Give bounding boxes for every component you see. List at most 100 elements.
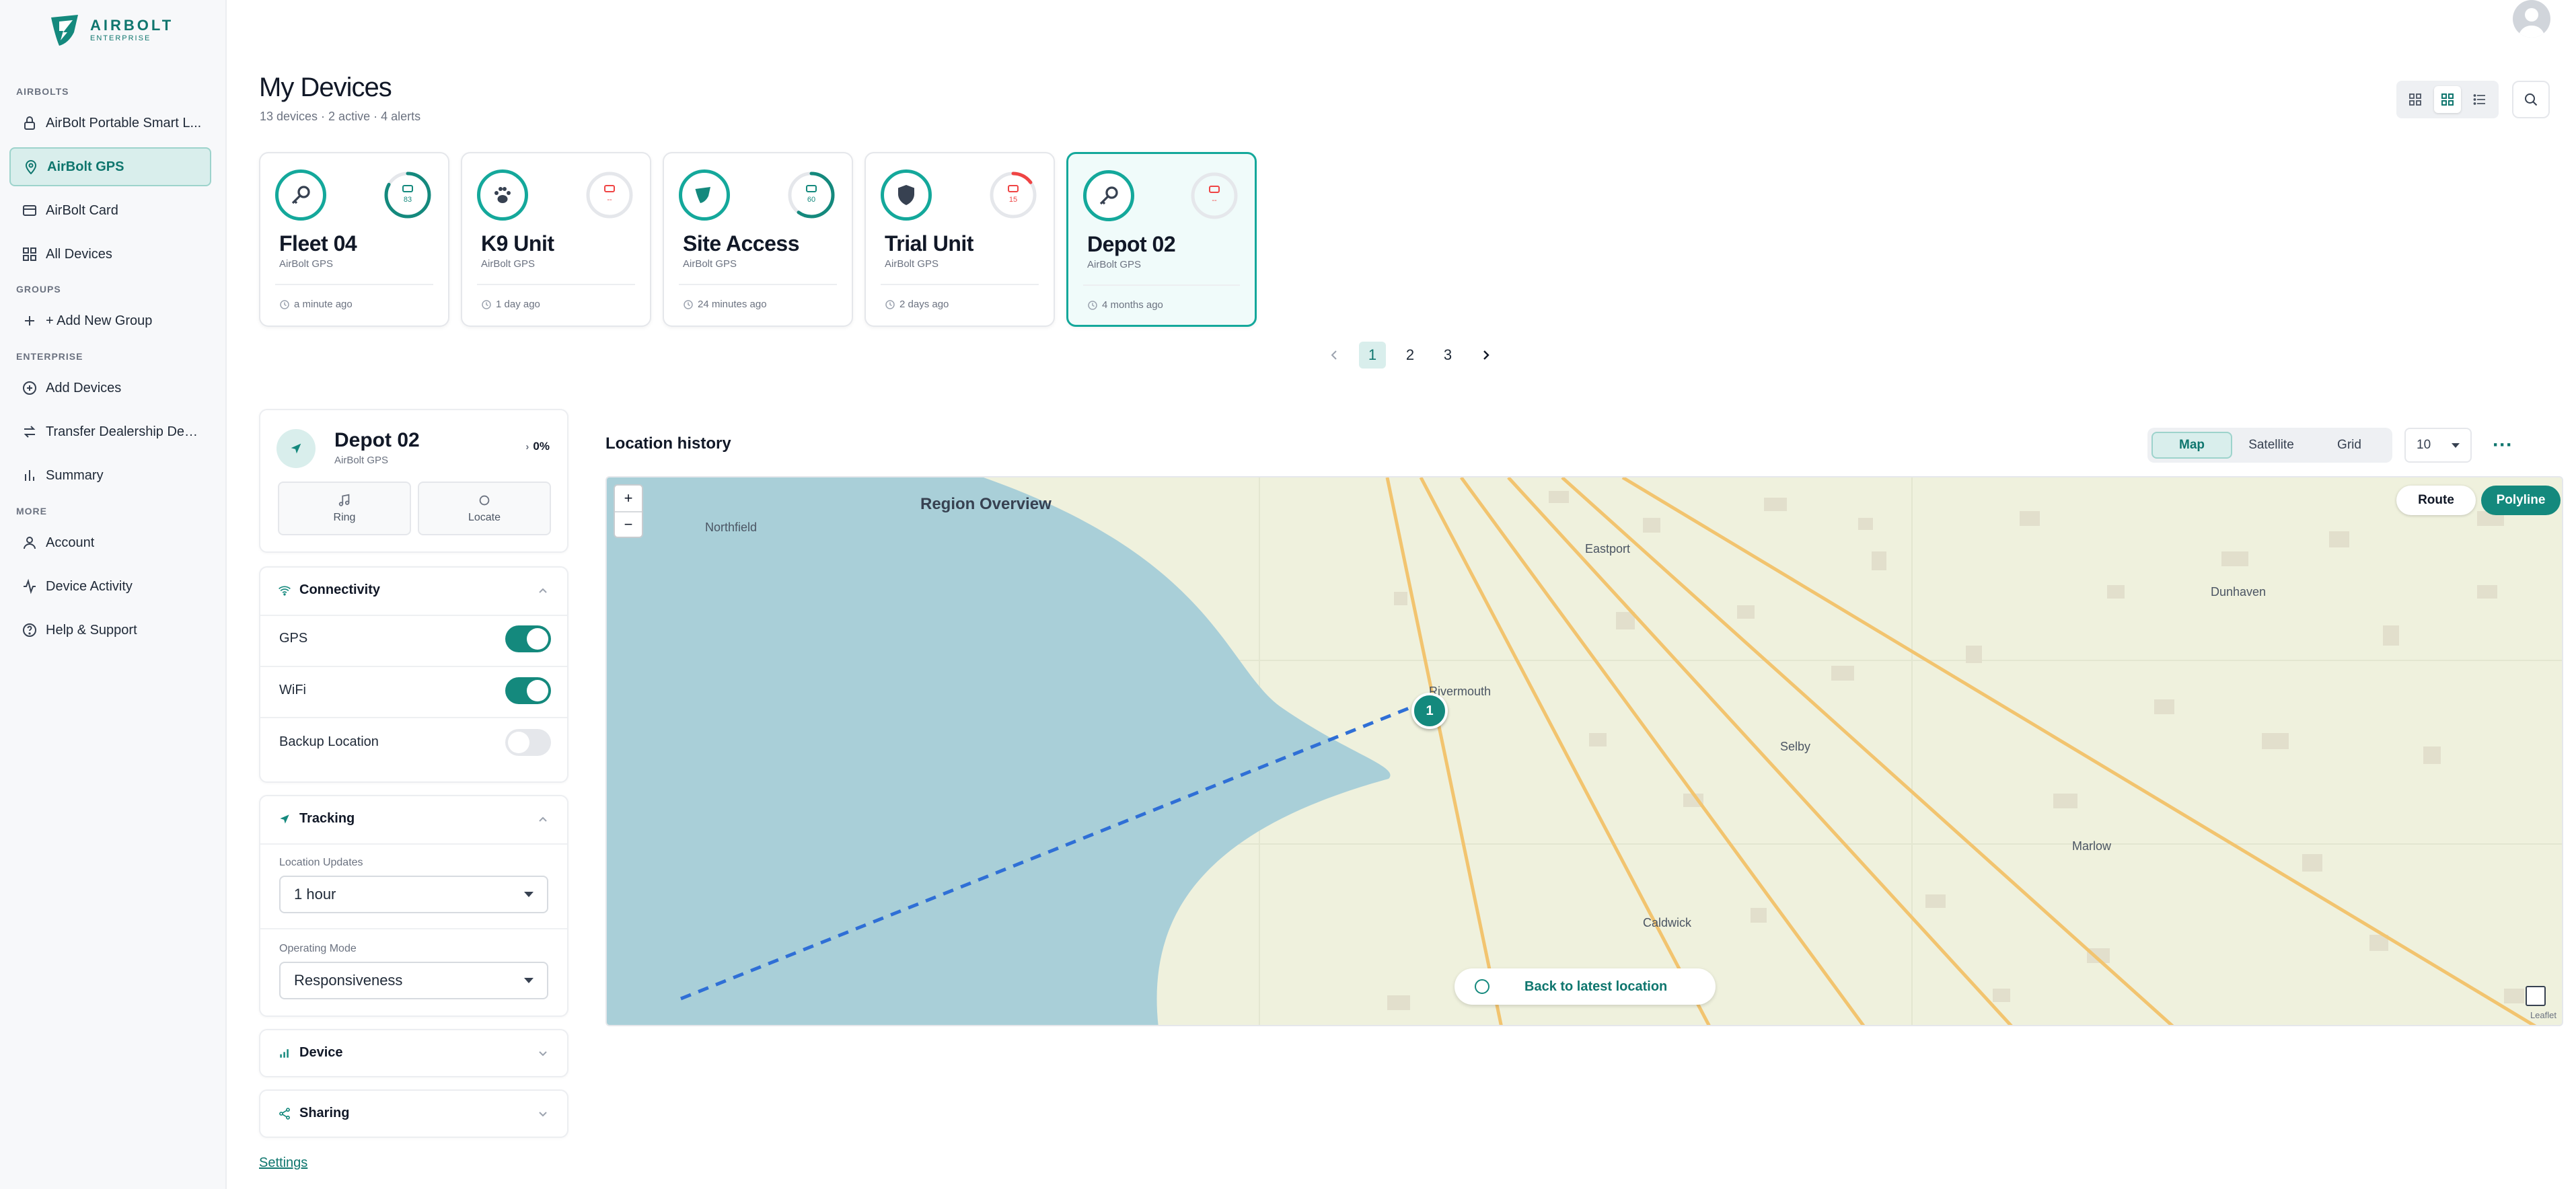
device-section-title: Device — [299, 1045, 343, 1060]
plus-circle-icon — [23, 381, 36, 395]
sharing-section: Sharing — [259, 1089, 568, 1138]
sidebar-item-label: Account — [46, 535, 95, 550]
help-icon — [23, 623, 36, 637]
chevron-down-icon — [539, 1050, 547, 1056]
device-card-type: AirBolt GPS — [885, 258, 939, 270]
sidebar-item-airbolt-card[interactable]: AirBolt Card — [9, 191, 211, 230]
battery-value: -- — [607, 196, 612, 204]
grid-mode-button[interactable]: Grid — [2310, 432, 2388, 459]
map-attribution[interactable]: Leaflet — [2530, 1010, 2556, 1020]
device-section-header[interactable]: Device — [278, 1045, 550, 1061]
backup-location-toggle[interactable] — [505, 729, 551, 756]
sharing-section-title: Sharing — [299, 1106, 350, 1120]
battery-icon — [402, 185, 413, 192]
sidebar-item-help-support[interactable]: Help & Support — [9, 611, 211, 650]
view-toggle — [2396, 81, 2499, 118]
sidebar-item-label: Summary — [46, 467, 104, 483]
view-grid-button[interactable] — [2434, 86, 2461, 113]
back-to-latest-button[interactable]: Back to latest location — [1455, 968, 1716, 1005]
connectivity-header[interactable]: Connectivity — [278, 582, 550, 598]
sidebar-item-portable-smart-lock[interactable]: AirBolt Portable Smart L... — [9, 104, 211, 143]
satellite-mode-button[interactable]: Satellite — [2232, 432, 2310, 459]
user-icon — [24, 537, 36, 549]
sidebar-item-label: Add Devices — [46, 380, 122, 395]
history-count-select[interactable]: 10 — [2404, 428, 2472, 463]
location-map[interactable]: + − Region Overview Northfield Eastport … — [605, 476, 2563, 1026]
device-card-time: 1 day ago — [481, 299, 540, 310]
brand-logo[interactable]: AIRBOLT ENTERPRISE — [48, 12, 174, 48]
music-note-icon — [338, 494, 350, 506]
tracking-section: Tracking Location Updates 1 hour Operati… — [259, 795, 568, 1017]
view-list-button[interactable] — [2466, 86, 2493, 113]
polyline-button[interactable]: Polyline — [2481, 486, 2561, 515]
target-icon — [1475, 979, 1489, 994]
sidebar-item-device-activity[interactable]: Device Activity — [9, 567, 211, 606]
device-card-time: 24 minutes ago — [683, 299, 767, 310]
prev-page-button[interactable] — [1321, 342, 1348, 369]
key-icon — [289, 183, 313, 207]
device-card-name: Trial Unit — [885, 231, 973, 256]
wifi-toggle[interactable] — [505, 677, 551, 704]
caret-down-icon — [524, 892, 533, 897]
device-card-type: AirBolt GPS — [1087, 259, 1142, 270]
navigation-arrow-icon — [280, 814, 289, 824]
device-card-name: Site Access — [683, 231, 799, 256]
sidebar-item-label: Help & Support — [46, 622, 137, 638]
sidebar-item-summary[interactable]: Summary — [9, 456, 211, 495]
location-updates-select[interactable]: 1 hour — [279, 876, 548, 913]
device-card-type: AirBolt GPS — [279, 258, 334, 270]
route-button[interactable]: Route — [2396, 486, 2476, 515]
page-1-button[interactable]: 1 — [1359, 342, 1386, 369]
battery-value: -- — [1212, 196, 1217, 204]
view-compact-button[interactable] — [2402, 86, 2429, 113]
page-3-button[interactable]: 3 — [1434, 342, 1461, 369]
search-button[interactable] — [2512, 81, 2550, 118]
bar-chart-icon — [25, 470, 34, 481]
wifi-label: WiFi — [279, 683, 306, 697]
zoom-in-button[interactable]: + — [615, 486, 642, 511]
ring-button[interactable]: Ring — [278, 482, 411, 535]
page-title: My Devices — [259, 73, 392, 102]
device-card-name: K9 Unit — [481, 231, 554, 256]
location-pin[interactable]: 1 — [1411, 693, 1448, 729]
sidebar-item-all-devices[interactable]: All Devices — [9, 235, 211, 274]
town-label: Eastport — [1585, 542, 1631, 555]
device-card[interactable]: -- K9 Unit AirBolt GPS 1 day ago — [461, 152, 651, 327]
user-avatar[interactable] — [2513, 0, 2550, 38]
sidebar-item-transfer-dealership[interactable]: Transfer Dealership Devi... — [9, 412, 211, 451]
page-2-button[interactable]: 2 — [1397, 342, 1424, 369]
device-icon-ring — [881, 169, 932, 221]
sidebar-item-account[interactable]: Account — [9, 523, 211, 562]
gps-toggle[interactable] — [505, 625, 551, 652]
operating-mode-select[interactable]: Responsiveness — [279, 962, 548, 999]
sidebar-item-label: AirBolt Card — [46, 202, 118, 218]
operating-mode-value: Responsiveness — [294, 972, 403, 989]
location-updates-label: Location Updates — [279, 857, 363, 868]
settings-link[interactable]: Settings — [259, 1155, 307, 1171]
device-detail-header: Depot 02 AirBolt GPS › 0% Ring Locate — [259, 409, 568, 553]
search-icon — [2525, 93, 2538, 106]
connectivity-title: Connectivity — [299, 582, 381, 597]
device-card[interactable]: 15 Trial Unit AirBolt GPS 2 days ago — [864, 152, 1055, 327]
device-card[interactable]: -- Depot 02 AirBolt GPS 4 months ago — [1066, 152, 1257, 327]
navigation-arrow-icon — [291, 443, 301, 454]
device-card-time: a minute ago — [279, 299, 353, 310]
sidebar-item-add-new-group[interactable]: + Add New Group — [9, 301, 211, 340]
avatar-icon — [2518, 8, 2545, 38]
zoom-out-button[interactable]: − — [615, 511, 642, 537]
more-options-button[interactable]: ··· — [2485, 428, 2520, 463]
map-mode-button[interactable]: Map — [2151, 432, 2232, 459]
back-to-latest-label: Back to latest location — [1524, 979, 1668, 994]
next-page-button[interactable] — [1472, 342, 1499, 369]
tracking-header[interactable]: Tracking — [278, 811, 550, 827]
device-card[interactable]: 60 Site Access AirBolt GPS 24 minutes ag… — [663, 152, 853, 327]
history-count-value: 10 — [2417, 438, 2431, 452]
fullscreen-button[interactable] — [2526, 986, 2546, 1006]
sharing-section-header[interactable]: Sharing — [278, 1106, 550, 1121]
sidebar-item-airbolt-gps[interactable]: AirBolt GPS — [9, 147, 211, 186]
sidebar-item-add-devices[interactable]: Add Devices — [9, 369, 211, 408]
map-region-title: Region Overview — [920, 495, 1052, 513]
locate-button[interactable]: Locate — [418, 482, 551, 535]
device-card[interactable]: 83 Fleet 04 AirBolt GPS a minute ago — [259, 152, 449, 327]
chevron-right-icon — [1483, 350, 1489, 360]
